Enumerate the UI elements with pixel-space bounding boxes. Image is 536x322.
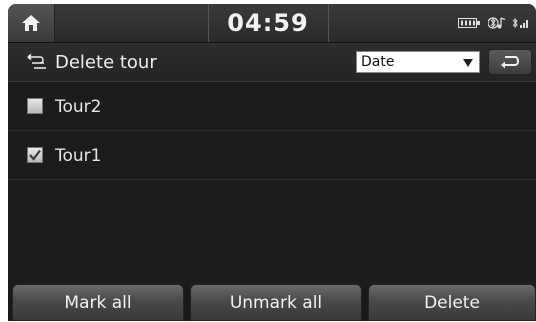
title-bar: Delete tour Date [8,43,536,82]
sort-value: Date [361,54,395,70]
checkbox[interactable] [27,147,43,163]
status-icons [458,4,530,42]
home-button[interactable] [8,4,55,42]
tour-list: Tour2 Tour1 [8,82,536,180]
dropdown-arrow-icon [463,59,473,67]
home-icon [22,15,40,31]
checkbox[interactable] [27,98,43,114]
route-icon [27,53,46,69]
clock: 04:59 [227,9,309,37]
status-bar: 04:59 [8,4,536,43]
bluetooth-signal-icon [512,17,528,29]
tour-label: Tour2 [55,96,102,117]
screen: 04:59 Delete tour Date Tour2 Tour1 Mark … [8,4,536,321]
back-arrow-icon [501,56,519,69]
button-bar: Mark all Unmark all Delete [8,284,536,321]
status-divider [328,4,329,42]
page-title: Delete tour [55,51,157,73]
back-button[interactable] [488,49,532,75]
tour-label: Tour1 [55,145,102,166]
checkmark-icon [29,149,41,161]
bluetooth-audio-icon [488,17,506,29]
list-item-tour1[interactable]: Tour1 [8,131,536,180]
unmark-all-button[interactable]: Unmark all [190,284,362,321]
delete-button[interactable]: Delete [368,284,536,321]
sort-dropdown[interactable]: Date [356,51,480,73]
usb-icon [458,18,480,28]
list-item-tour2[interactable]: Tour2 [8,82,536,131]
mark-all-button[interactable]: Mark all [12,284,184,321]
